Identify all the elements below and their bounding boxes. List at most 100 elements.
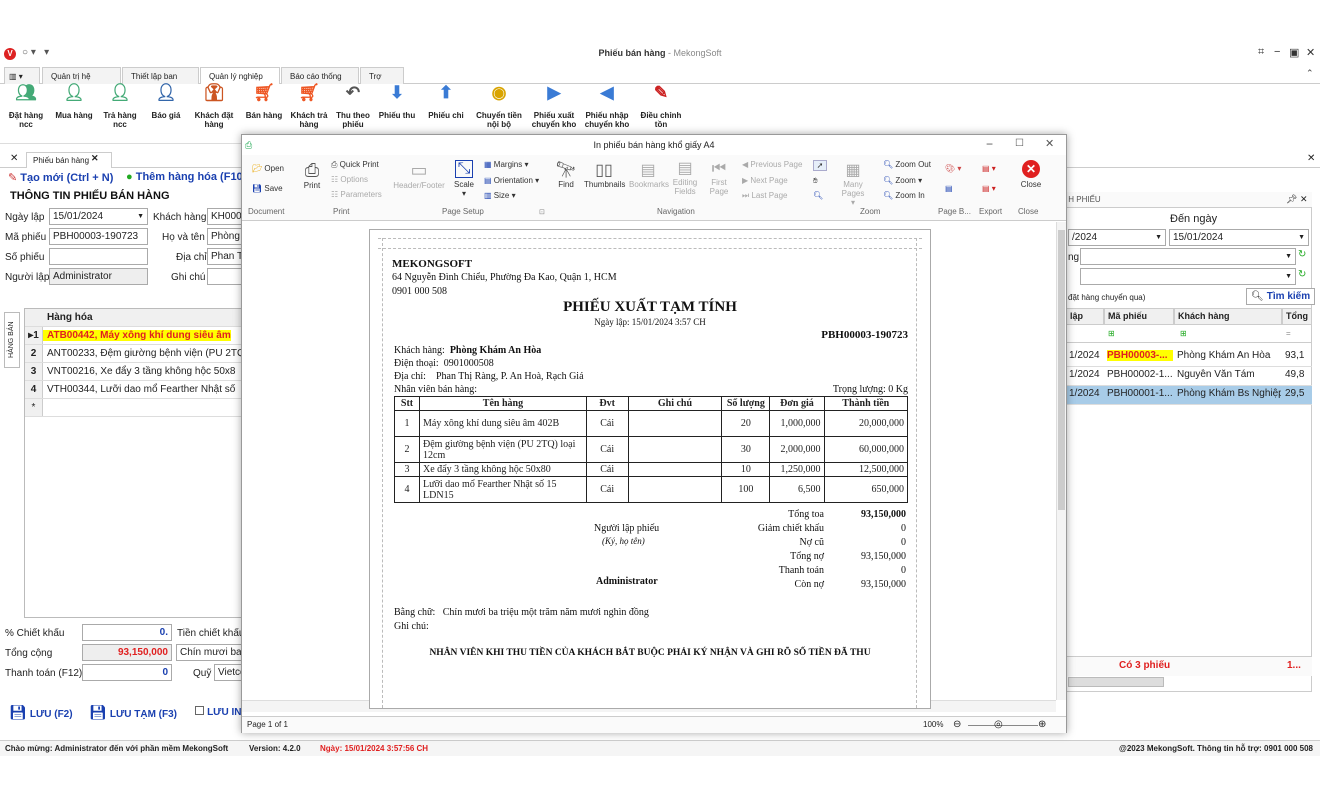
filter-select-2[interactable]: ▼	[1080, 268, 1296, 285]
zoom-slider-thumb[interactable]: ◎	[994, 717, 1003, 733]
last-page-button[interactable]: ⏭ Last Page	[742, 191, 787, 201]
print-button[interactable]: ⎙ Print	[301, 160, 323, 190]
filter-select-1[interactable]: ▼	[1080, 248, 1296, 265]
close-icon[interactable]: ✕	[1306, 46, 1315, 59]
customer-field[interactable]: KH0004	[207, 208, 242, 225]
filter-row[interactable]: ⊞ ⊞ =	[1066, 325, 1312, 343]
tab-setup[interactable]: Thiết lập ban đầu	[122, 67, 199, 98]
quick-print-button[interactable]: ⎙ Quick Print	[331, 160, 379, 170]
previous-page-button[interactable]: ◀ Previous Page	[742, 160, 802, 169]
thumbnails-button[interactable]: ▯▯ Thumbnails	[584, 160, 625, 189]
export-icon[interactable]: ▤ ▾	[982, 164, 996, 173]
header-footer-button[interactable]: ▭ Header/Footer	[392, 160, 446, 190]
open-button[interactable]: 📂︎ Open	[252, 164, 284, 173]
search-button[interactable]: 🔍︎ Tìm kiếm	[1246, 288, 1316, 305]
tab-reports[interactable]: Báo cáo thống kê	[281, 67, 359, 98]
address-field[interactable]: Phan Th	[207, 248, 242, 265]
close-preview-button[interactable]: ✕ Close	[1018, 160, 1044, 189]
send-icon[interactable]: ▤ ▾	[982, 184, 996, 193]
new-link[interactable]: ✎ Tạo mới (Ctrl + N)	[8, 171, 113, 184]
ribbon-customer-order-button[interactable]: 👔︎ Khách đặt hàng	[190, 84, 238, 129]
table-row[interactable]: 2 ANT00233, Đệm giường bệnh viện (PU 2TQ	[25, 345, 243, 363]
orientation-button[interactable]: ▤ Orientation ▾	[484, 176, 539, 185]
dialog-minimize-icon[interactable]: −	[986, 137, 993, 151]
tab-close-icon[interactable]: ✕	[91, 153, 99, 164]
first-page-button[interactable]: ⏮ First Page	[708, 160, 730, 196]
from-date-field[interactable]: /2024 ▼	[1068, 229, 1166, 246]
panel-x-icon[interactable]: ✕	[1300, 194, 1308, 205]
discount-field[interactable]: 0.	[82, 624, 172, 641]
pay-field[interactable]: 0	[82, 664, 172, 681]
list-item[interactable]: 1/2024 PBH00002-1... Nguyễn Văn Tám 49,8	[1066, 367, 1312, 386]
ribbon-undo-button[interactable]: ↶ Thu theo phiếu	[329, 84, 377, 129]
column-header[interactable]: Tổng	[1282, 308, 1312, 325]
print-checkbox[interactable]: LƯU IN	[195, 706, 241, 718]
refresh-icon-2[interactable]: ↻	[1298, 269, 1306, 280]
page-color-icon[interactable]: 🎨︎ ▾	[945, 164, 961, 173]
column-header[interactable]: Mã phiếu	[1104, 308, 1174, 325]
zoom-minus-icon[interactable]: ⊖	[953, 717, 961, 733]
panel-close-icon[interactable]: ✕	[1307, 153, 1315, 164]
ribbon-users-button[interactable]: 👥︎ Đặt hàng ncc	[2, 84, 50, 129]
zoom-button[interactable]: 🔍︎ Zoom ▾	[883, 176, 922, 185]
tab-system[interactable]: Quản trị hệ thống	[42, 67, 121, 98]
ribbon-return-cart-button[interactable]: 🛒︎ Khách trả hàng	[285, 84, 333, 129]
close-all-icon[interactable]: ✕	[10, 153, 18, 164]
add-item-link[interactable]: ● Thêm hàng hóa (F10)	[126, 171, 246, 183]
save-draft-button[interactable]: 💾︎ LƯU TẠM (F3)	[89, 704, 177, 721]
parameters-button[interactable]: ☷ Parameters	[331, 190, 382, 199]
dialog-close-icon[interactable]: ✕	[1045, 137, 1054, 150]
dialog-maximize-icon[interactable]: ☐	[1015, 138, 1024, 149]
ribbon-arrow-right-button[interactable]: ▶ Phiếu xuất chuyển kho	[527, 84, 581, 129]
ribbon-add-user-button[interactable]: 👤︎ Mua hàng	[50, 84, 98, 120]
zoom-out-button[interactable]: 🔍︎ Zoom Out	[883, 160, 931, 169]
next-page-button[interactable]: ▶ Next Page	[742, 176, 788, 185]
save-button[interactable]: 💾︎ LƯU (F2)	[9, 704, 73, 721]
scale-button[interactable]: ⤡ Scale ▾	[452, 160, 476, 198]
tab-help[interactable]: Trợ giúp	[360, 67, 404, 98]
ribbon-arrow-left-button[interactable]: ◀ Phiếu nhập chuyển kho	[580, 84, 634, 129]
code-field[interactable]: PBH00003-190723	[49, 228, 148, 245]
watermark-icon[interactable]: ▤	[945, 184, 953, 193]
ribbon-coins-button[interactable]: ◉ Chuyển tiền nội bộ	[472, 84, 526, 129]
tab-sales-invoice[interactable]: Phiếu bán hàng	[26, 152, 113, 168]
magnifier-tool-icon[interactable]: 🔍︎	[813, 191, 823, 200]
name-field[interactable]: Phòng K	[207, 228, 242, 245]
margins-button[interactable]: ▦ Margins ▾	[484, 160, 529, 169]
to-date-field[interactable]: 15/01/2024 ▼	[1169, 229, 1309, 246]
vertical-scrollbar[interactable]	[1056, 222, 1066, 700]
note-field[interactable]	[207, 268, 242, 285]
number-field[interactable]	[49, 248, 148, 265]
column-header[interactable]: lập	[1066, 308, 1104, 325]
pointer-tool-icon[interactable]: ➚	[813, 160, 827, 171]
ribbon-collapse-icon[interactable]: ⌃	[1306, 68, 1314, 79]
pin-icon[interactable]: 📌︎	[1286, 194, 1297, 205]
restore-icon[interactable]: ⌗	[1258, 46, 1264, 59]
column-header[interactable]: Khách hàng	[1174, 308, 1282, 325]
vertical-tab-sales[interactable]: HÀNG BÁN	[4, 312, 20, 368]
list-item[interactable]: 1/2024 PBH00001-1... Phòng Khám Bs Nghiệp 2…	[1066, 386, 1312, 405]
save-file-button[interactable]: 💾︎ Save	[252, 184, 283, 193]
date-field[interactable]: 15/01/2024 ▼	[49, 208, 148, 225]
refresh-icon[interactable]: ↻	[1298, 249, 1306, 260]
fund-field[interactable]: Vietco	[214, 664, 242, 681]
find-button[interactable]: 🔭︎ Find	[555, 160, 577, 189]
new-row[interactable]: *	[25, 399, 243, 417]
options-button[interactable]: ☷ Options	[331, 175, 368, 184]
app-menu-button[interactable]: ▥ ▾	[4, 67, 40, 84]
horizontal-scrollbar[interactable]	[1068, 677, 1164, 687]
ribbon-edit-button[interactable]: ✎ Điều chỉnh tồn	[634, 84, 688, 129]
list-item[interactable]: 1/2024 PBH00003-... Phòng Khám An Hòa 93,1	[1066, 348, 1312, 367]
ribbon-cart-button[interactable]: 🛒︎ Bán hàng	[240, 84, 288, 120]
table-row[interactable]: 3 VNT00216, Xe đẩy 3 tầng không hộc 50x8	[25, 363, 243, 381]
page-setup-expand-icon[interactable]: ⊡	[539, 208, 545, 216]
zoom-plus-icon[interactable]: ⊕	[1038, 717, 1046, 733]
ribbon-user-quote-button[interactable]: 👤︎ Báo giá	[142, 84, 190, 120]
ribbon-arrow-up-button[interactable]: ⬆ Phiếu chi	[422, 84, 470, 120]
many-pages-button[interactable]: ▦ Many Pages ▾	[832, 160, 874, 207]
editing-fields-button[interactable]: ▤ Editing Fields	[672, 160, 698, 196]
table-row[interactable]: ▸1 ATB00442, Máy xông khí dung siêu âm	[25, 327, 243, 345]
ribbon-arrow-down-button[interactable]: ⬇ Phiếu thu	[373, 84, 421, 120]
zoom-in-button[interactable]: 🔍︎ Zoom In	[883, 191, 925, 200]
table-row[interactable]: 4 VTH00344, Lưỡi dao mổ Fearther Nhật số	[25, 381, 243, 399]
